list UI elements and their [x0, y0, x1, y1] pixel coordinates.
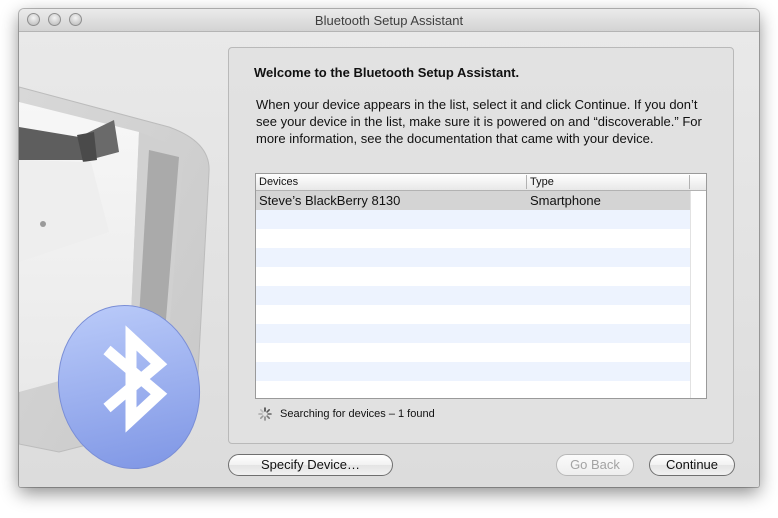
- header-corner: [690, 175, 706, 189]
- empty-row: [256, 210, 690, 229]
- empty-row: [256, 362, 690, 381]
- table-header: Devices Type: [256, 174, 706, 191]
- table-row[interactable]: Steve’s BlackBerry 8130 Smartphone: [256, 191, 690, 210]
- column-header-devices[interactable]: Devices: [256, 175, 527, 189]
- empty-row: [256, 305, 690, 324]
- tuxedo-illustration: [19, 32, 219, 487]
- empty-row: [256, 324, 690, 343]
- table-rows: Steve’s BlackBerry 8130 Smartphone: [256, 191, 690, 398]
- tuxedo-bluetooth-art: [19, 86, 210, 470]
- window-title: Bluetooth Setup Assistant: [314, 13, 464, 28]
- empty-row: [256, 267, 690, 286]
- setup-assistant-window: Bluetooth Setup Assistant Welcome to the…: [19, 9, 759, 487]
- empty-row: [256, 248, 690, 267]
- column-header-type[interactable]: Type: [527, 175, 690, 189]
- device-type-cell: Smartphone: [530, 193, 601, 208]
- empty-row: [256, 381, 690, 398]
- devices-table[interactable]: Devices Type Steve’s BlackBerry 8130 Sma…: [255, 173, 707, 399]
- status-text: Searching for devices – 1 found: [280, 408, 435, 420]
- device-name-cell: Steve’s BlackBerry 8130: [259, 193, 401, 208]
- empty-row: [256, 343, 690, 362]
- spinner-icon: [258, 407, 272, 421]
- empty-row: [256, 229, 690, 248]
- table-scrollbar-track[interactable]: [690, 191, 706, 398]
- continue-button[interactable]: Continue: [649, 454, 735, 476]
- go-back-button[interactable]: Go Back: [556, 454, 634, 476]
- instructions-text: When your device appears in the list, se…: [256, 97, 702, 146]
- content-panel: Welcome to the Bluetooth Setup Assistant…: [228, 47, 734, 444]
- specify-device-button[interactable]: Specify Device…: [228, 454, 393, 476]
- title-bar[interactable]: Bluetooth Setup Assistant: [19, 9, 759, 32]
- page-title: Welcome to the Bluetooth Setup Assistant…: [254, 65, 520, 80]
- empty-row: [256, 286, 690, 305]
